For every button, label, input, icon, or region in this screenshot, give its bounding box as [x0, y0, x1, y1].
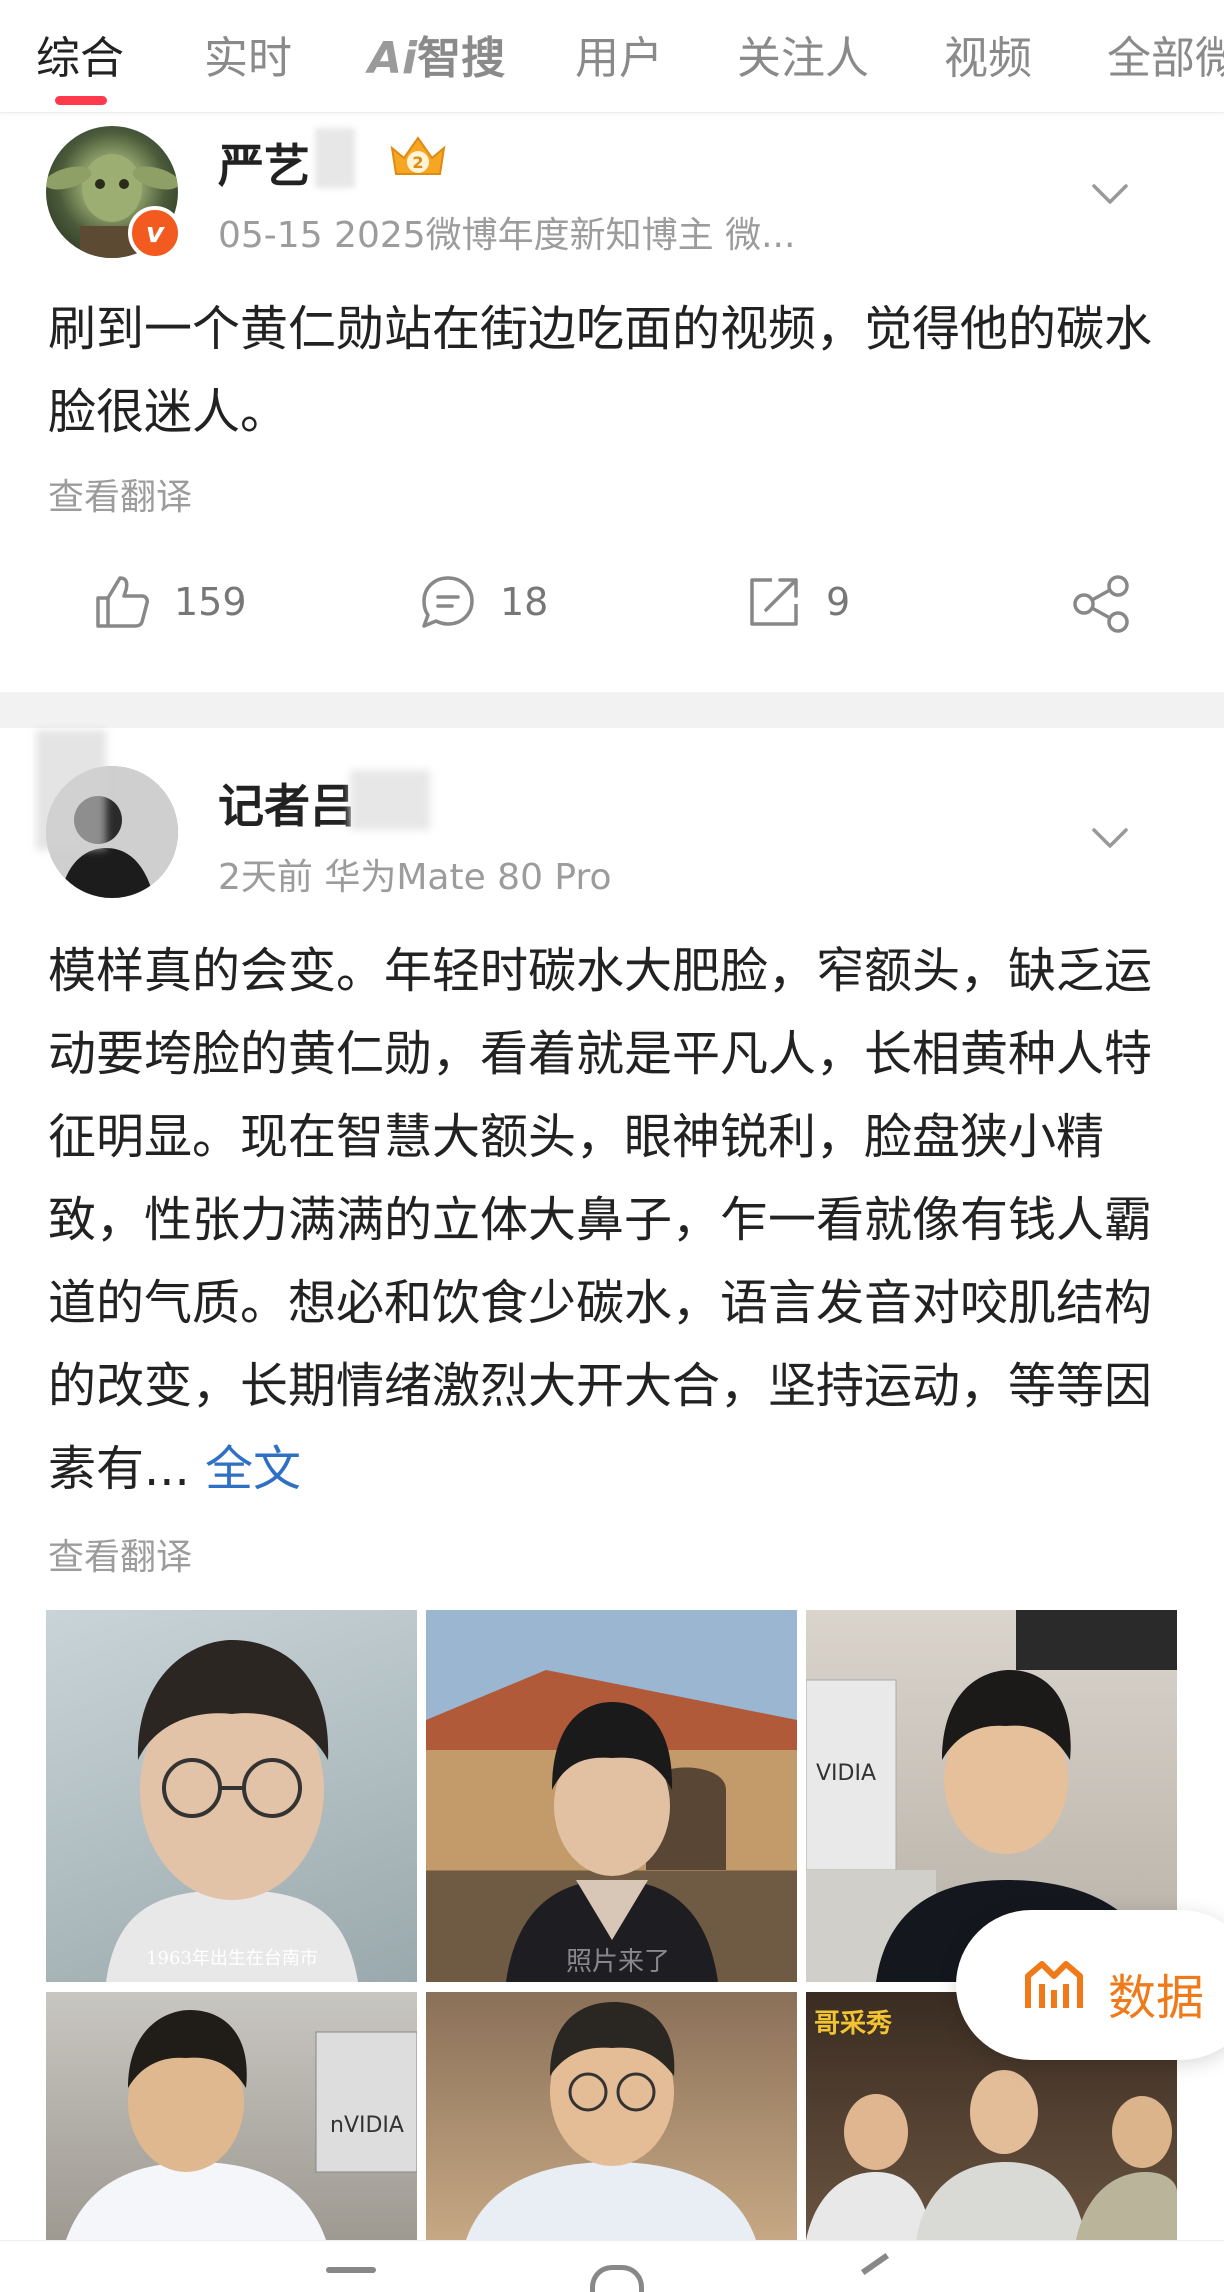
- post-meta: 2天前 华为Mate 80 Pro: [218, 857, 612, 898]
- svg-text:VIDIA: VIDIA: [816, 1761, 876, 1786]
- chevron-down-icon[interactable]: [1090, 180, 1130, 210]
- tab-following[interactable]: 关注人: [737, 22, 869, 86]
- chevron-down-icon[interactable]: [1090, 824, 1130, 854]
- svg-text:照片来了: 照片来了: [566, 1947, 670, 1977]
- toolbar-icon[interactable]: [326, 2267, 376, 2273]
- read-full-link[interactable]: 全文: [205, 1441, 301, 1497]
- translate-link[interactable]: 查看翻译: [48, 1528, 192, 1580]
- verified-badge: v: [128, 206, 182, 260]
- toolbar-icon[interactable]: [590, 2265, 644, 2292]
- repost-button[interactable]: 9: [744, 572, 850, 632]
- toolbar-icon[interactable]: [860, 2252, 890, 2276]
- post-content[interactable]: 模样真的会变。年轻时碳水大肥脸，窄额头，缺乏运动要垮脸的黄仁勋，看着就是平凡人，…: [48, 930, 1178, 1511]
- svg-text:nVIDIA: nVIDIA: [330, 2113, 404, 2138]
- avatar-mosaic: [36, 730, 106, 850]
- ai-logo: Ai: [368, 33, 418, 84]
- crown-badge-icon: 2: [386, 130, 450, 182]
- tab-comprehensive[interactable]: 综合: [36, 22, 124, 86]
- post-divider: [0, 692, 1224, 728]
- username-mosaic: [350, 770, 430, 830]
- username-mosaic: [315, 128, 355, 188]
- photo-thumbnail[interactable]: [426, 1992, 797, 2240]
- tab-users[interactable]: 用户: [575, 22, 663, 86]
- repost-icon: [750, 578, 798, 626]
- photo-image: 照片来了: [426, 1670, 797, 1982]
- like-count: 159: [174, 580, 247, 624]
- thumbs-up-icon: [96, 576, 149, 628]
- svg-text:哥采秀: 哥采秀: [814, 2009, 892, 2039]
- data-button-label: 数据: [1108, 1970, 1205, 2026]
- photo-image: 1963年出生在台南市: [106, 1640, 358, 1982]
- comment-count: 18: [500, 580, 549, 624]
- data-float-button[interactable]: 数据: [956, 1910, 1224, 2060]
- repost-count: 9: [826, 580, 851, 624]
- post-meta: 05-15 2025微博年度新知博主 微...: [218, 215, 796, 256]
- comment-button[interactable]: 18: [418, 572, 548, 632]
- photo-image: [466, 2002, 756, 2240]
- active-tab-indicator: [55, 96, 107, 105]
- tab-video[interactable]: 视频: [944, 22, 1032, 86]
- tab-all-weibo[interactable]: 全部微: [1107, 22, 1224, 86]
- chart-icon: [1025, 1961, 1083, 2008]
- tab-ai-search[interactable]: Ai智搜: [368, 22, 505, 86]
- like-button[interactable]: 159: [92, 572, 247, 632]
- bottom-toolbar: [0, 2240, 1224, 2292]
- comment-icon: [422, 576, 474, 628]
- svg-text:1963年出生在台南市: 1963年出生在台南市: [146, 1948, 318, 1969]
- photo-image: nVIDIA: [66, 2010, 417, 2240]
- tab-realtime[interactable]: 实时: [204, 22, 292, 86]
- photo-thumbnail[interactable]: 照片来了: [426, 1610, 797, 1982]
- photo-thumbnail[interactable]: 1963年出生在台南市: [46, 1610, 417, 1982]
- search-tab-bar: 综合 实时 Ai智搜 用户 关注人 视频 全部微: [0, 0, 1224, 113]
- share-icon[interactable]: [1070, 572, 1134, 636]
- translate-link[interactable]: 查看翻译: [48, 468, 192, 520]
- photo-thumbnail[interactable]: nVIDIA: [46, 1992, 417, 2240]
- svg-text:2: 2: [412, 153, 423, 172]
- username[interactable]: 严艺: [218, 130, 310, 196]
- post-content[interactable]: 刷到一个黄仁勋站在街边吃面的视频，觉得他的碳水脸很迷人。: [48, 288, 1178, 454]
- username[interactable]: 记者吕: [218, 770, 356, 836]
